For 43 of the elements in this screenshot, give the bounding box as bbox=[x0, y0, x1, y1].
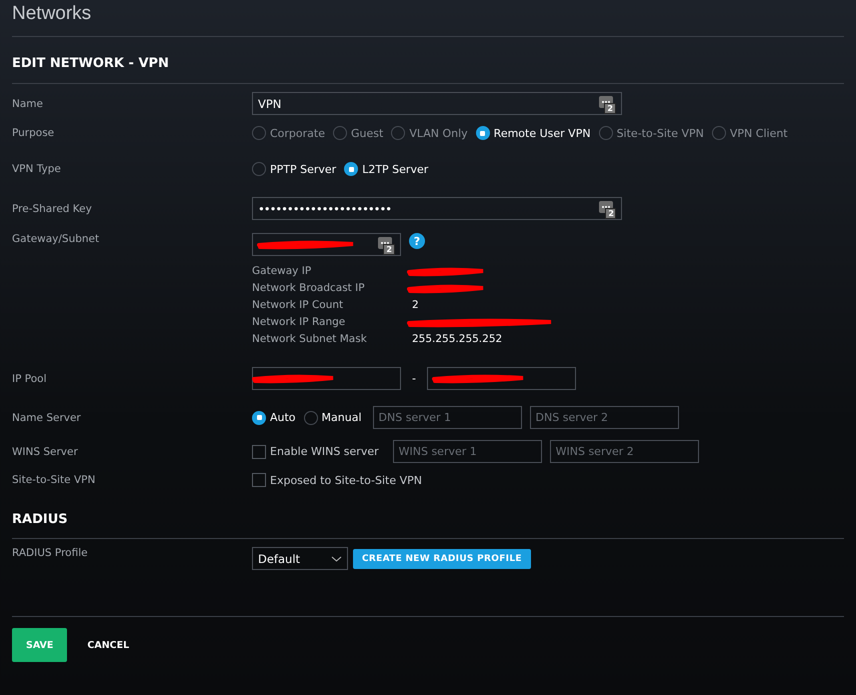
pool-start-field[interactable] bbox=[252, 367, 401, 390]
detail-label: Network Broadcast IP bbox=[252, 282, 366, 296]
checkbox-option[interactable]: Exposed to Site-to-Site VPN bbox=[252, 473, 422, 487]
detail-label: Gateway IP bbox=[252, 265, 312, 279]
field-label: Name Server bbox=[12, 412, 82, 424]
input-field[interactable]: WINS server 1 bbox=[392, 440, 542, 463]
input-field[interactable]: DNS server 1 bbox=[372, 406, 522, 429]
detail-label: Network IP Count bbox=[252, 299, 344, 313]
field-label: VPN Type bbox=[12, 163, 62, 175]
radio-option[interactable]: PPTP Server bbox=[252, 162, 336, 176]
section-heading: EDIT NETWORK - VPN bbox=[11, 55, 170, 73]
field-label: RADIUS Profile bbox=[12, 547, 89, 559]
chevron-icon bbox=[331, 556, 342, 562]
detail-label: Network IP Range bbox=[252, 316, 346, 330]
field-label: IP Pool bbox=[12, 372, 48, 384]
checkbox-option[interactable]: Enable WINS server bbox=[252, 444, 379, 458]
radio-option[interactable]: L2TP Server bbox=[344, 162, 428, 176]
radio-option[interactable]: Auto bbox=[252, 410, 296, 424]
field-label: Pre-Shared Key bbox=[12, 202, 93, 214]
field-label: Name bbox=[12, 98, 44, 110]
subnet-field[interactable]: 2 bbox=[252, 233, 401, 256]
detail-label: Network Subnet Mask bbox=[252, 333, 368, 347]
field-label: Site-to-Site VPN bbox=[12, 474, 96, 486]
password-field[interactable]: ••••••••••••••••••••••• 2 bbox=[252, 197, 622, 220]
detail-value: 2 bbox=[412, 299, 419, 311]
radio-option[interactable]: Manual bbox=[304, 410, 362, 424]
section-heading: RADIUS bbox=[11, 511, 69, 529]
pool-end-field[interactable] bbox=[426, 367, 576, 390]
cancel-button[interactable]: CANCEL bbox=[75, 628, 142, 662]
save-button[interactable]: SAVE bbox=[12, 628, 68, 662]
field-label: Gateway/Subnet bbox=[12, 233, 100, 245]
name-field[interactable]: VPN 2 bbox=[252, 92, 622, 115]
profile-dropdown[interactable]: Default bbox=[252, 547, 348, 570]
radio-option[interactable]: Remote User VPN bbox=[476, 126, 591, 140]
range-separator: - bbox=[411, 372, 417, 385]
input-field[interactable]: DNS server 2 bbox=[530, 406, 679, 429]
create-profile-button[interactable]: CREATE NEW RADIUS PROFILE bbox=[353, 548, 531, 568]
input-field[interactable]: WINS server 2 bbox=[550, 440, 699, 463]
detail-value: 255.255.255.252 bbox=[412, 333, 502, 345]
help-icon[interactable]: ? bbox=[409, 233, 425, 249]
field-label: Purpose bbox=[12, 127, 56, 139]
page-title: Networks bbox=[11, 2, 92, 26]
field-label: WINS Server bbox=[12, 446, 79, 458]
